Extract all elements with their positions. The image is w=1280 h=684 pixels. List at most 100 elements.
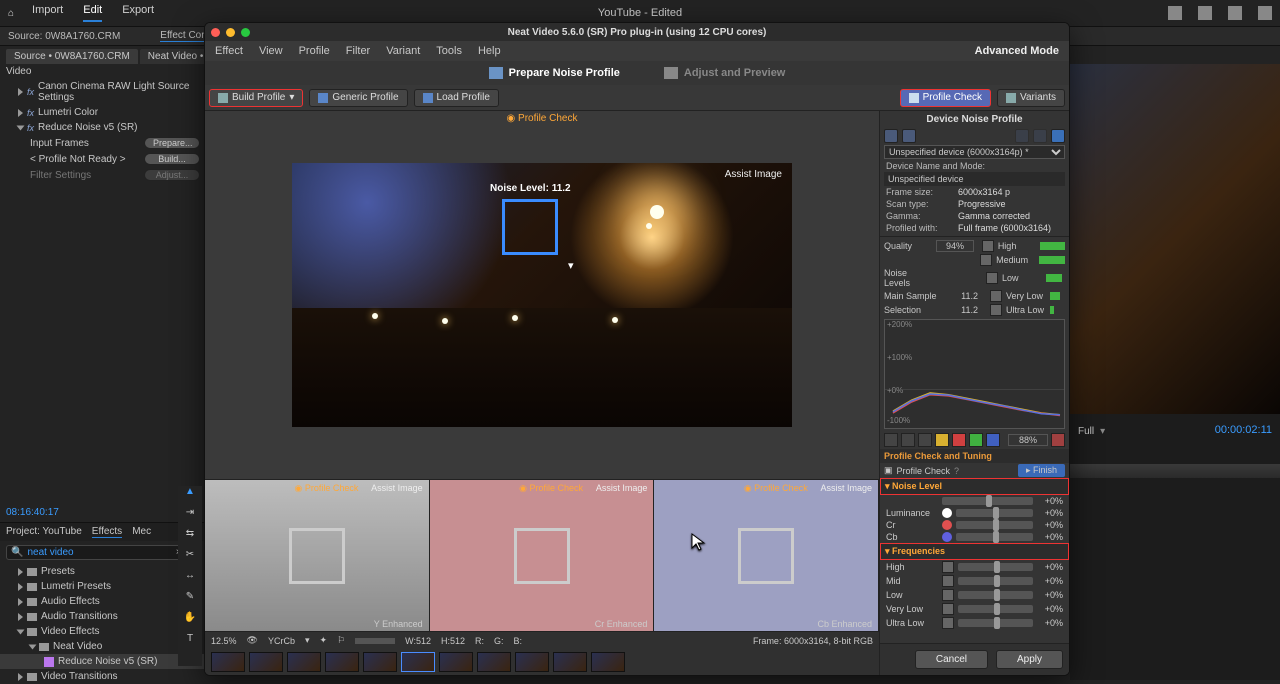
cancel-button[interactable]: Cancel [915,650,988,669]
main-viewer[interactable]: ◉ Profile Check Assist Image Noise Level… [205,111,879,479]
main-image[interactable]: Assist Image Noise Level: 11.2 ▾ [292,163,792,427]
folder-audio-trans[interactable]: Audio Transitions [0,609,206,624]
cr-slider[interactable] [956,521,1033,529]
home-icon[interactable]: ⌂ [8,8,14,19]
menu-filter[interactable]: Filter [346,45,370,57]
thumb[interactable] [325,652,359,672]
share-icon[interactable] [1198,6,1212,20]
noise-sample-box[interactable] [502,199,558,255]
tab-prepare-profile[interactable]: Prepare Noise Profile [479,64,630,82]
pane-cr[interactable]: ◉ Profile Check Assist Image Cr Enhanced [430,480,655,631]
lock-icon[interactable] [918,433,932,447]
cr-channel-toggle[interactable] [952,433,966,447]
folder-icon[interactable] [902,129,916,143]
thumb[interactable] [249,652,283,672]
hand-icon[interactable]: ✋ [184,612,196,623]
load-profile-button[interactable]: Load Profile [414,89,499,107]
menu-export[interactable]: Export [122,4,154,22]
pane-cb[interactable]: ◉ Profile Check Assist Image Cb Enhanced [654,480,879,631]
menu-tools[interactable]: Tools [436,45,462,57]
thumb-selected[interactable] [401,652,435,672]
zoom-icon[interactable] [241,28,250,37]
thumb[interactable] [363,652,397,672]
y-channel-toggle[interactable] [935,433,949,447]
profile-check-button[interactable]: Profile Check [900,89,991,107]
menu-view[interactable]: View [259,45,283,57]
luminance-slider[interactable] [956,509,1033,517]
sample-box-cr[interactable] [514,528,570,584]
noise-profile-graph[interactable]: +200% +100% +0% -100% [884,319,1065,429]
pen-icon[interactable]: ✎ [186,591,194,602]
timecode[interactable]: 08:16:40:17 [0,503,206,522]
folder-audio-fx[interactable]: Audio Effects [0,594,206,609]
fx-lumetri[interactable]: fxLumetri Color [0,105,206,120]
thumb[interactable] [287,652,321,672]
sample-handle-icon[interactable]: ▾ [568,259,574,272]
selection-tool-icon[interactable]: ▲ [185,486,195,497]
thumb[interactable] [477,652,511,672]
profile-check-checkbox[interactable]: ▣ [884,465,893,476]
reset-icon[interactable] [1051,433,1065,447]
fx-reduce-noise[interactable]: fxReduce Noise v5 (SR) [0,120,206,135]
eye-icon[interactable]: 👁 [247,635,258,646]
sample-box-y[interactable] [289,528,345,584]
build-button[interactable]: Build... [144,153,200,165]
folder-video-fx[interactable]: Video Effects [0,624,206,639]
plugin-titlebar[interactable]: Neat Video 5.6.0 (SR) Pro plug-in (using… [205,23,1069,41]
sample-box-cb[interactable] [738,528,794,584]
device-name[interactable]: Unspecified device [888,174,964,184]
fx-canon[interactable]: fxCanon Cinema RAW Light Source Settings [0,79,206,105]
tab-media[interactable]: Mec [132,526,151,538]
cb-slider[interactable] [956,533,1033,541]
scrubber[interactable] [1070,464,1280,478]
search-input[interactable] [27,547,117,558]
list-icon[interactable] [1228,6,1242,20]
variants-button[interactable]: Variants [997,89,1065,107]
scale-icon[interactable] [901,433,915,447]
flag-icon[interactable]: ⚐ [337,635,345,646]
color-mode[interactable]: YCrCb [268,636,295,646]
mini-slider[interactable] [355,638,395,644]
finish-button[interactable]: ▸ Finish [1018,464,1065,477]
noise-level-header[interactable]: ▾ Noise Level [880,478,1069,495]
tab-effects[interactable]: Effects [92,526,122,538]
zoom-value[interactable]: 12.5% [211,636,237,646]
gear-icon[interactable]: ✦ [320,635,328,646]
g-channel-toggle[interactable] [969,433,983,447]
thumb[interactable] [591,652,625,672]
apply-button[interactable]: Apply [996,650,1063,669]
effects-search[interactable]: 🔍 × ▣ [6,545,200,560]
graph-zoom[interactable]: 88% [1008,434,1048,446]
generic-profile-button[interactable]: Generic Profile [309,89,407,107]
prepare-button[interactable]: Prepare... [144,137,200,149]
fx-profile-status[interactable]: < Profile Not Ready >Build... [0,151,206,167]
noise-level-slider[interactable] [942,497,1033,505]
menu-help[interactable]: Help [478,45,501,57]
fullscreen-icon[interactable] [1258,6,1272,20]
workspace-icon[interactable] [1168,6,1182,20]
menu-variant[interactable]: Variant [386,45,420,57]
cb-channel-toggle[interactable] [986,433,1000,447]
build-profile-button[interactable]: Build Profile ▾ [209,89,303,107]
effect-reduce-noise[interactable]: Reduce Noise v5 (SR) [0,654,206,669]
freq-vlow-slider[interactable] [958,605,1033,613]
type-icon[interactable]: T [187,633,193,644]
folder-neat-video[interactable]: Neat Video [0,639,206,654]
minimize-icon[interactable] [226,28,235,37]
tab-adjust-preview[interactable]: Adjust and Preview [654,64,795,82]
mode-label[interactable]: Advanced Mode [975,45,1059,57]
freq-high-slider[interactable] [958,563,1033,571]
pane-y[interactable]: ◉ Profile Check Assist Image Y Enhanced [205,480,430,631]
thumb[interactable] [515,652,549,672]
disk-icon[interactable] [884,129,898,143]
frequencies-header[interactable]: ▾ Frequencies [880,543,1069,560]
device-select[interactable]: Unspecified device (6000x3164p) * [884,145,1065,159]
razor-icon[interactable]: ✂ [186,549,194,560]
fit-dropdown[interactable]: Full [1078,426,1094,437]
menu-effect[interactable]: Effect [215,45,243,57]
slip-icon[interactable]: ↔ [185,570,195,581]
folder-presets[interactable]: Presets [0,564,206,579]
menu-edit[interactable]: Edit [83,4,102,22]
track-select-icon[interactable]: ⇥ [186,507,194,518]
ripple-edit-icon[interactable]: ⇆ [186,528,194,539]
